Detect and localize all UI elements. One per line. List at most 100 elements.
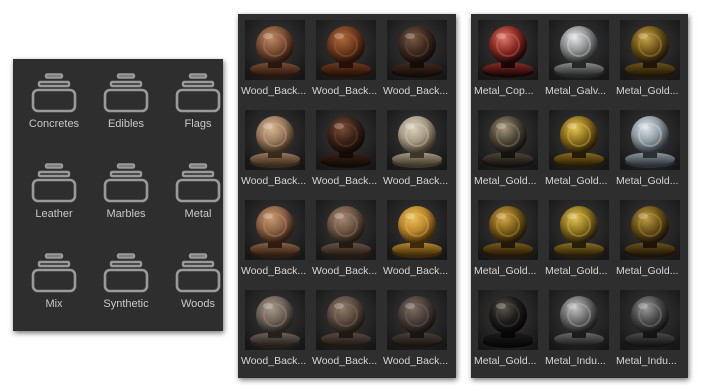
material-thumbnail	[478, 110, 538, 170]
material-thumbnail	[620, 20, 680, 80]
material-preview	[549, 110, 609, 170]
material-preview	[620, 20, 680, 80]
material-preview	[387, 290, 447, 350]
wood-material-item[interactable]: Wood_Back...	[310, 106, 378, 190]
material-label: Metal_Indu...	[616, 355, 677, 367]
material-preview	[478, 290, 538, 350]
folder-icon	[31, 163, 77, 203]
material-label: Metal_Indu...	[545, 355, 606, 367]
material-thumbnail	[245, 20, 305, 80]
folder-icon	[175, 253, 221, 293]
wood-material-item[interactable]: Wood_Back...	[381, 286, 449, 370]
folder-icon	[175, 163, 221, 203]
material-label: Wood_Back...	[383, 85, 449, 97]
category-synthetic[interactable]: Synthetic	[91, 241, 161, 321]
material-label: Wood_Back...	[312, 265, 378, 277]
category-concretes[interactable]: Concretes	[19, 61, 89, 141]
material-label: Wood_Back...	[383, 355, 449, 367]
material-preview	[387, 20, 447, 80]
material-label: Metal_Gold...	[616, 85, 679, 97]
metal-material-item[interactable]: Metal_Cop...	[472, 16, 540, 100]
metal-material-item[interactable]: Metal_Gold...	[472, 286, 540, 370]
material-label: Wood_Back...	[312, 175, 378, 187]
material-thumbnail	[620, 290, 680, 350]
material-preview	[478, 200, 538, 260]
metal-material-item[interactable]: Metal_Gold...	[543, 196, 611, 280]
categories-panel: Concretes Edibles Flags Leather Marbles Metal…	[13, 59, 223, 331]
material-preview	[620, 200, 680, 260]
material-thumbnail	[316, 110, 376, 170]
material-thumbnail	[549, 290, 609, 350]
metal-material-item[interactable]: Metal_Gold...	[472, 106, 540, 190]
material-preview	[549, 200, 609, 260]
material-preview	[620, 110, 680, 170]
material-label: Metal_Gold...	[474, 175, 537, 187]
category-flags[interactable]: Flags	[163, 61, 233, 141]
metal-materials-panel: Metal_Cop... Metal_Galv... Metal_Gold... Me…	[471, 14, 688, 378]
material-preview	[245, 110, 305, 170]
material-label: Metal_Gold...	[474, 355, 537, 367]
category-label: Flags	[184, 118, 212, 130]
wood-material-item[interactable]: Wood_Back...	[239, 196, 307, 280]
material-label: Metal_Gold...	[545, 265, 608, 277]
metal-material-item[interactable]: Metal_Gold...	[614, 106, 682, 190]
wood-material-item[interactable]: Wood_Back...	[381, 16, 449, 100]
material-thumbnail	[478, 20, 538, 80]
material-thumbnail	[387, 20, 447, 80]
material-preview	[387, 110, 447, 170]
category-label: Mix	[45, 298, 63, 310]
wood-material-item[interactable]: Wood_Back...	[310, 196, 378, 280]
category-mix[interactable]: Mix	[19, 241, 89, 321]
wood-material-item[interactable]: Wood_Back...	[239, 286, 307, 370]
metal-material-item[interactable]: Metal_Indu...	[543, 286, 611, 370]
category-metal[interactable]: Metal	[163, 151, 233, 231]
material-preview	[549, 20, 609, 80]
material-thumbnail	[387, 200, 447, 260]
material-label: Metal_Gold...	[616, 175, 679, 187]
material-label: Wood_Back...	[312, 85, 378, 97]
category-marbles[interactable]: Marbles	[91, 151, 161, 231]
folder-icon	[103, 73, 149, 113]
metal-material-item[interactable]: Metal_Gold...	[614, 196, 682, 280]
category-edibles[interactable]: Edibles	[91, 61, 161, 141]
category-label: Leather	[35, 208, 73, 220]
wood-material-item[interactable]: Wood_Back...	[239, 106, 307, 190]
category-label: Concretes	[28, 118, 80, 130]
wood-materials-panel: Wood_Back... Wood_Back... Wood_Back... Wood…	[238, 14, 456, 378]
category-label: Marbles	[106, 208, 146, 220]
material-thumbnail	[316, 200, 376, 260]
material-thumbnail	[549, 20, 609, 80]
material-label: Wood_Back...	[312, 355, 378, 367]
material-preview	[478, 20, 538, 80]
wood-material-item[interactable]: Wood_Back...	[239, 16, 307, 100]
material-preview	[245, 290, 305, 350]
material-thumbnail	[478, 200, 538, 260]
material-thumbnail	[316, 20, 376, 80]
wood-material-item[interactable]: Wood_Back...	[310, 16, 378, 100]
metal-material-item[interactable]: Metal_Indu...	[614, 286, 682, 370]
wood-material-item[interactable]: Wood_Back...	[381, 106, 449, 190]
material-label: Wood_Back...	[383, 265, 449, 277]
category-label: Metal	[184, 208, 212, 220]
metal-material-item[interactable]: Metal_Gold...	[472, 196, 540, 280]
metal-material-item[interactable]: Metal_Gold...	[614, 16, 682, 100]
material-label: Metal_Galv...	[545, 85, 607, 97]
category-leather[interactable]: Leather	[19, 151, 89, 231]
category-woods[interactable]: Woods	[163, 241, 233, 321]
material-thumbnail	[620, 200, 680, 260]
wood-material-item[interactable]: Wood_Back...	[310, 286, 378, 370]
material-label: Metal_Cop...	[474, 85, 534, 97]
material-preview	[549, 290, 609, 350]
material-label: Wood_Back...	[383, 175, 449, 187]
material-preview	[245, 200, 305, 260]
material-thumbnail	[387, 110, 447, 170]
material-preview	[316, 200, 376, 260]
material-preview	[387, 200, 447, 260]
material-preview	[316, 290, 376, 350]
metal-material-item[interactable]: Metal_Gold...	[543, 106, 611, 190]
folder-icon	[103, 253, 149, 293]
material-label: Metal_Gold...	[616, 265, 679, 277]
wood-material-item[interactable]: Wood_Back...	[381, 196, 449, 280]
metal-material-item[interactable]: Metal_Galv...	[543, 16, 611, 100]
material-thumbnail	[549, 110, 609, 170]
